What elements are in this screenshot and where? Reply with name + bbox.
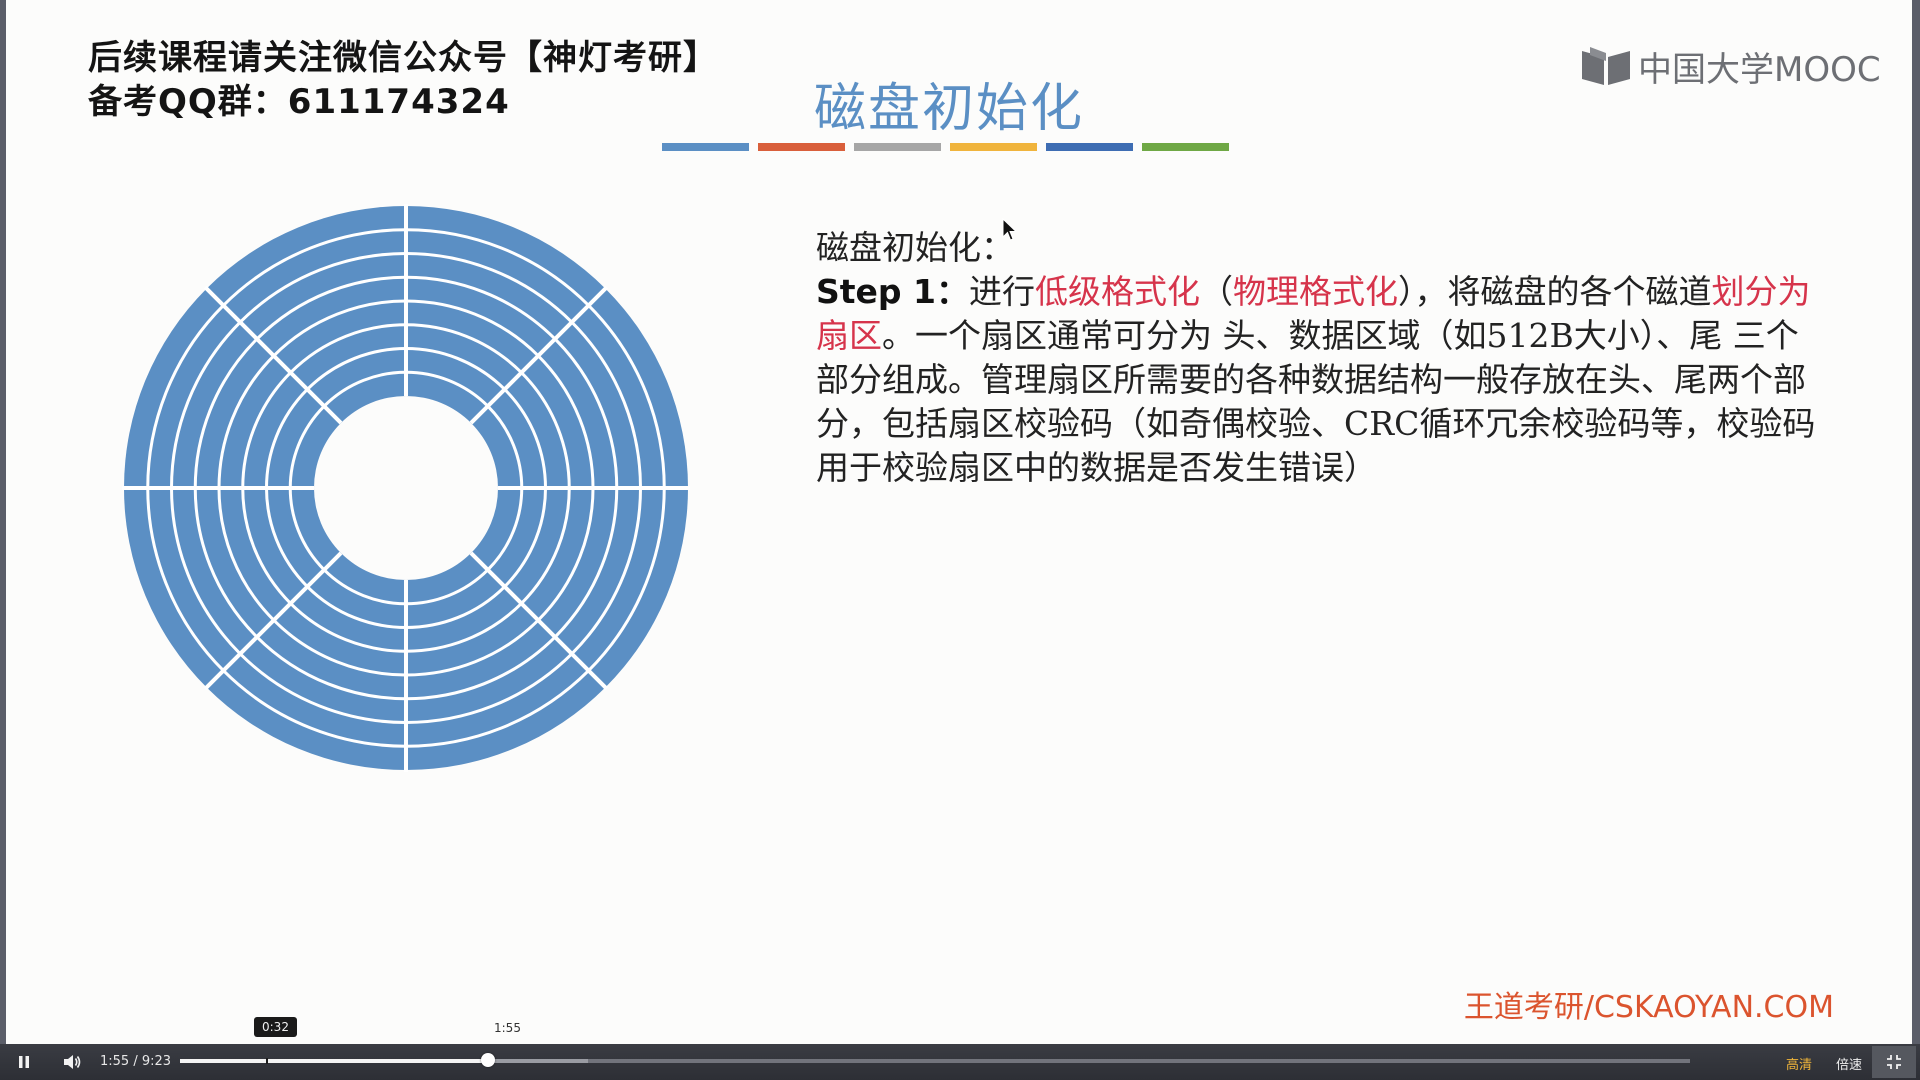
body-seg-1: 进行 — [969, 272, 1035, 311]
body-heading: 磁盘初始化： — [816, 228, 1014, 267]
exit-fullscreen-icon — [1887, 1055, 1901, 1069]
logo-text: 中国大学MOOC — [1638, 50, 1881, 90]
exit-fullscreen-button[interactable] — [1872, 1046, 1916, 1078]
quality-button[interactable]: 高清 — [1786, 1054, 1812, 1073]
mooc-logo: 中国大学MOOC — [1580, 42, 1881, 91]
highlight-low-level-format: 低级格式化 — [1035, 272, 1200, 311]
time-display: 1:55 / 9:23 — [100, 1054, 171, 1069]
watermark: 王道考研/CSKAOYAN.COM — [1463, 990, 1834, 1025]
divider-bar — [950, 143, 1037, 151]
disk-diagram — [122, 204, 690, 772]
mouse-cursor-icon — [1002, 218, 1018, 241]
disk-spindle-hole — [314, 396, 498, 580]
slide-body-text: 磁盘初始化： Step 1：进行低级格式化（物理格式化），将磁盘的各个磁道划分为… — [816, 226, 1816, 490]
highlight-physical-format: 物理格式化 — [1233, 272, 1398, 311]
promo-notice: 后续课程请关注微信公众号【神灯考研】 备考QQ群：611174324 — [88, 36, 718, 124]
volume-icon — [64, 1055, 81, 1069]
title-color-divider — [662, 143, 1229, 151]
pause-icon — [19, 1056, 29, 1068]
duration: 9:23 — [141, 1054, 172, 1069]
notice-line-2: 备考QQ群：611174324 — [88, 82, 510, 122]
video-frame: 后续课程请关注微信公众号【神灯考研】 备考QQ群：611174324 磁盘初始化… — [0, 0, 1920, 1080]
progress-hover-mark — [265, 1058, 268, 1064]
mooc-book-icon — [1582, 46, 1630, 85]
time-separator: / — [129, 1054, 142, 1069]
hover-time-tooltip: 0:32 — [254, 1017, 297, 1037]
divider-bar — [1142, 143, 1229, 151]
progress-played — [180, 1059, 489, 1063]
progress-bar[interactable] — [180, 1058, 1690, 1064]
lecture-slide: 后续课程请关注微信公众号【神灯考研】 备考QQ群：611174324 磁盘初始化… — [6, 0, 1912, 1044]
notice-line-1: 后续课程请关注微信公众号【神灯考研】 — [88, 38, 718, 78]
body-seg-3: ），将磁盘的各个磁道 — [1398, 272, 1712, 311]
divider-bar — [662, 143, 749, 151]
pause-button[interactable] — [10, 1044, 38, 1080]
body-seg-4: 。一个扇区通常可分为 头、数据区域（如512B大小）、尾 三个部分组成。管理扇区… — [816, 316, 1816, 487]
volume-button[interactable] — [58, 1044, 86, 1080]
divider-bar — [1046, 143, 1133, 151]
divider-bar — [854, 143, 941, 151]
step-label: Step 1： — [816, 272, 969, 311]
current-time: 1:55 — [100, 1054, 130, 1069]
slide-title: 磁盘初始化 — [814, 79, 1085, 139]
divider-bar — [758, 143, 845, 151]
body-seg-2: （ — [1200, 272, 1233, 311]
current-time-marker: 1:55 — [494, 1021, 521, 1035]
speed-button[interactable]: 倍速 — [1836, 1054, 1862, 1073]
